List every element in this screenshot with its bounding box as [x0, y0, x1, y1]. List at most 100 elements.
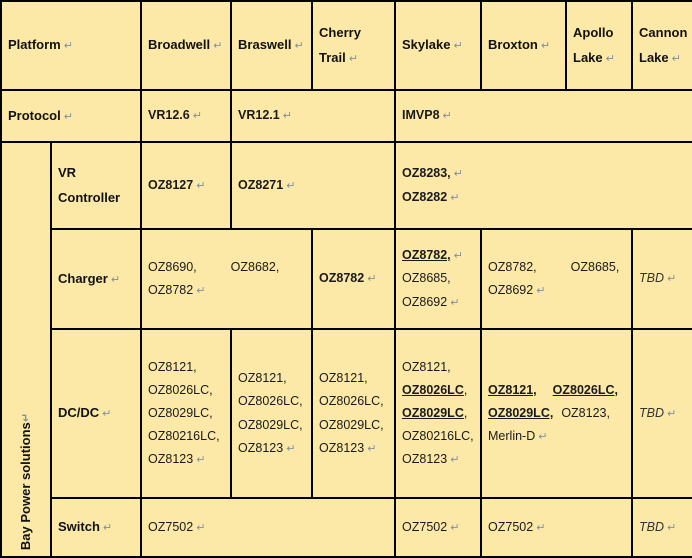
pilcrow-icon: ↵ — [667, 406, 677, 420]
pilcrow-icon: ↵ — [102, 407, 112, 421]
dcdc-cherrytrail-line4: OZ8123 ↵ — [319, 437, 388, 460]
pilcrow-icon: ↵ — [110, 272, 121, 286]
dcdc-braswell-value4: OZ8123 — [238, 440, 284, 455]
pilcrow-icon: ↵ — [196, 178, 206, 192]
pilcrow-icon: ↵ — [367, 272, 377, 286]
pilcrow-icon: ↵ — [540, 39, 551, 53]
pilcrow-icon: ↵ — [282, 109, 292, 123]
cell-switch-skylake: OZ7502 ↵ — [396, 499, 481, 556]
header-platform-apollo-lake: Apollo Lake ↵ — [567, 2, 632, 89]
dcdc-broxton-value2: OZ8026LC, — [552, 382, 618, 397]
charger-broxton-value2: OZ8685, — [570, 259, 620, 274]
pilcrow-icon: ↵ — [196, 520, 206, 534]
charger-cherrytrail-value: OZ8782 — [319, 271, 365, 286]
pilcrow-icon: ↵ — [442, 109, 452, 123]
row-label-protocol: Protocol ↵ — [2, 91, 141, 141]
charger-broadwell-value3: OZ8782 — [148, 283, 194, 297]
dcdc-broxton-value5: Merlin-D — [488, 429, 536, 444]
pilcrow-icon: ↵ — [605, 51, 615, 65]
charger-broadwell-value1: OZ8690, — [148, 259, 197, 274]
pilcrow-icon: ↵ — [538, 430, 548, 444]
dcdc-broxton-value1: OZ8121, — [488, 382, 537, 397]
table-row-switch: Switch ↵ OZ7502 ↵ OZ7502 ↵ OZ7502 ↵ TBD ↵ — [2, 499, 692, 556]
cell-switch-broadwell-to-cherrytrail: OZ7502 ↵ — [142, 499, 395, 556]
charger-skylake-value3: OZ8692 — [402, 294, 448, 309]
dcdc-skylake-line4: OZ80216LC, — [402, 429, 474, 444]
dcdc-broadwell-value5: OZ8123 — [148, 452, 194, 467]
dcdc-broadwell-line5: OZ8123 ↵ — [148, 448, 224, 471]
dcdc-skylake-line3: OZ8029LC, — [402, 405, 468, 420]
pilcrow-icon: ↵ — [667, 520, 677, 534]
cell-charger-skylake: OZ8782, ↵ OZ8685, OZ8692 ↵ — [396, 230, 481, 328]
vr-controller-skylake-value1: OZ8283, — [402, 166, 451, 181]
pilcrow-icon: ↵ — [18, 412, 32, 423]
dcdc-braswell-line4: OZ8123 ↵ — [238, 437, 305, 460]
charger-broxton-value1: OZ8782, — [488, 259, 537, 274]
cell-dcdc-cannonlake: TBD ↵ — [633, 330, 692, 497]
pilcrow-icon: ↵ — [102, 521, 113, 535]
charger-cannonlake-value: TBD — [639, 271, 665, 286]
dcdc-braswell-line1: OZ8121, — [238, 371, 287, 386]
dcdc-cherrytrail-value4: OZ8123 — [319, 440, 365, 455]
pilcrow-icon: ↵ — [286, 441, 296, 455]
pilcrow-icon: ↵ — [671, 51, 681, 65]
header-platform-skylake: Skylake ↵ — [396, 2, 481, 89]
table-row-dcdc: DC/DC ↵ OZ8121, OZ8026LC, OZ8029LC, OZ802… — [2, 330, 692, 497]
dcdc-broadwell-line4: OZ80216LC, — [148, 429, 220, 444]
pilcrow-icon: ↵ — [192, 109, 202, 123]
vertical-label-wrapper: Bay Power solutions↵ — [8, 143, 44, 556]
cell-vr-controller-broadwell: OZ8127 ↵ — [142, 143, 231, 228]
dcdc-cherrytrail-line1: OZ8121, — [319, 371, 368, 386]
header-platform-label: Platform ↵ — [2, 2, 141, 89]
charger-skylake-value2: OZ8685, — [402, 271, 451, 286]
header-platform-text: Platform — [8, 37, 61, 53]
dcdc-broxton-line1: OZ8121, OZ8026LC, — [488, 379, 625, 402]
switch-skylake-value: OZ7502 — [402, 519, 448, 534]
dcdc-braswell-line2: OZ8026LC, — [238, 394, 303, 409]
row-label-switch: Switch ↵ — [52, 499, 141, 556]
cell-charger-broadwell-braswell: OZ8690, OZ8682, OZ8782 ↵ — [142, 230, 312, 328]
dcdc-skylake-value3: OZ8029LC — [402, 405, 464, 420]
pilcrow-icon: ↵ — [667, 272, 677, 286]
charger-skylake-line1: OZ8782, ↵ — [402, 244, 474, 267]
header-braswell-text: Braswell — [238, 37, 292, 53]
dcdc-skylake-line5: OZ8123 ↵ — [402, 448, 474, 471]
pilcrow-icon: ↵ — [63, 109, 73, 123]
dcdc-cherrytrail-line3: OZ8029LC, — [319, 417, 384, 432]
header-skylake-text: Skylake — [402, 37, 451, 53]
cell-dcdc-braswell: OZ8121, OZ8026LC, OZ8029LC, OZ8123 ↵ — [232, 330, 312, 497]
pilcrow-icon: ↵ — [63, 39, 73, 53]
header-broadwell-text: Broadwell — [148, 37, 211, 53]
vr-controller-skylake-line1: OZ8283, ↵ — [402, 162, 692, 185]
cell-dcdc-broadwell: OZ8121, OZ8026LC, OZ8029LC, OZ80216LC, O… — [142, 330, 231, 497]
dcdc-broadwell-line2: OZ8026LC, — [148, 382, 213, 397]
cell-charger-cherrytrail: OZ8782 ↵ — [313, 230, 395, 328]
charger-skylake-value1: OZ8782, — [402, 248, 451, 263]
pilcrow-icon: ↵ — [450, 295, 460, 309]
dcdc-broxton-line2: OZ8029LC, OZ8123, — [488, 402, 625, 425]
pilcrow-icon: ↵ — [348, 51, 358, 65]
dcdc-broxton-line3: Merlin-D ↵ — [488, 425, 625, 448]
vr-controller-label-line1: VR — [58, 165, 77, 181]
row-label-vr-controller: VR Controller — [52, 143, 141, 228]
bay-power-solutions-label: Bay Power solutions↵ — [14, 413, 38, 550]
charger-broadwell-value2: OZ8682, — [230, 259, 280, 274]
pilcrow-icon: ↵ — [450, 453, 460, 467]
switch-cannonlake-value: TBD — [639, 519, 665, 534]
platform-power-solutions-table: Platform ↵ Broadwell ↵ Braswell ↵ Cherry Tr… — [0, 0, 692, 558]
switch-broadwell-value: OZ7502 — [148, 519, 194, 534]
cell-dcdc-skylake: OZ8121, OZ8026LC, OZ8029LC, OZ80216LC, O… — [396, 330, 481, 497]
charger-broxton-value3: OZ8692 — [488, 283, 534, 297]
pilcrow-icon: ↵ — [196, 284, 206, 297]
dcdc-broxton-value3: OZ8029LC, — [488, 405, 554, 420]
table-row-charger: Charger ↵ OZ8690, OZ8682, OZ8782 ↵ OZ8782 ↵ … — [2, 230, 692, 328]
pilcrow-icon: ↵ — [453, 167, 463, 181]
pilcrow-icon: ↵ — [294, 39, 304, 53]
header-platform-cannon-lake: Cannon Lake ↵ — [633, 2, 692, 89]
charger-broadwell-line1: OZ8690, OZ8682, — [148, 256, 305, 279]
cell-dcdc-cherrytrail: OZ8121, OZ8026LC, OZ8029LC, OZ8123 ↵ — [313, 330, 395, 497]
row-group-label-bay-power-solutions: Bay Power solutions↵ — [2, 143, 50, 556]
dcdc-broadwell-line1: OZ8121, — [148, 359, 197, 374]
pilcrow-icon: ↵ — [453, 39, 463, 53]
pilcrow-icon: ↵ — [286, 178, 296, 192]
